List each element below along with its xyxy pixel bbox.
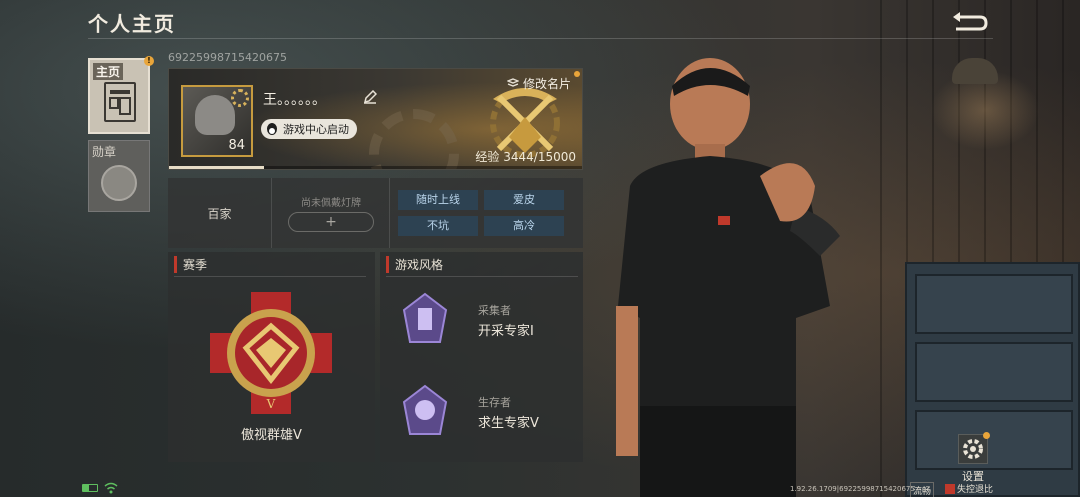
settings-dot <box>983 432 990 439</box>
battery-icon <box>82 484 98 492</box>
player-id: 69225998715420675 <box>168 51 287 64</box>
lost-control-label: 失控退比 <box>957 485 994 495</box>
card-icon <box>507 77 519 87</box>
play-style-label: 生存者 <box>478 396 511 409</box>
tag[interactable]: 不坑 <box>398 216 478 236</box>
tab-medal-label: 勋章 <box>92 145 117 159</box>
wall-lamp <box>952 58 998 84</box>
settings-button[interactable] <box>958 432 990 464</box>
tag[interactable]: 爱皮 <box>484 190 564 210</box>
lost-control-exit-button[interactable]: 失控退比 <box>945 482 993 495</box>
back-button[interactable] <box>950 10 990 32</box>
exp-bar <box>169 166 582 169</box>
launch-badge-text: 游戏中心启动 <box>283 123 349 136</box>
smooth-button[interactable]: 流畅 <box>910 482 935 497</box>
player-level: 84 <box>228 138 245 153</box>
tab-home[interactable]: 主页 ! <box>88 56 154 134</box>
play-style-title: 游戏风格 <box>386 256 443 273</box>
name-card: 84 王。。。。。。 游戏中心启动 修改名片 经验 3444/15000 <box>168 68 583 170</box>
back-arrow-icon <box>953 12 988 31</box>
avatar[interactable]: 84 <box>181 85 253 157</box>
panel-underline <box>386 276 578 277</box>
version-text: 1.92.26.1709|69225998715420675 <box>790 485 915 493</box>
exp-text: 经验 3444/15000 <box>475 150 576 164</box>
season-panel[interactable]: 赛季 V 傲视群雄Ⅴ <box>168 252 375 462</box>
info-row: 百家 尚未佩戴灯牌 + 随时上线 爱皮 不坑 高冷 <box>168 178 583 248</box>
avatar-frame-gear-icon <box>231 89 249 107</box>
player-name: 王。。。。。。 <box>263 92 326 108</box>
modify-card-button[interactable]: 修改名片 <box>507 75 571 92</box>
page-title: 个人主页 <box>88 12 176 36</box>
tab-home-label: 主页 <box>93 63 124 80</box>
play-style-panel: 游戏风格 采集者 开采专家Ⅰ 生存者 求生专家Ⅴ <box>380 252 583 462</box>
game-center-launch-badge: 游戏中心启动 <box>261 119 357 139</box>
pencil-icon[interactable] <box>363 90 377 104</box>
svg-text:V: V <box>266 397 276 411</box>
gear-icon <box>963 439 983 459</box>
modify-card-label: 修改名片 <box>523 77 572 91</box>
exit-icon <box>945 483 955 494</box>
add-lamp-button[interactable]: + <box>288 212 374 232</box>
tag[interactable]: 高冷 <box>484 216 564 236</box>
background-cabinet <box>905 262 1080 497</box>
faction: 百家 <box>168 178 272 248</box>
play-style-item[interactable]: 生存者 求生专家Ⅴ <box>392 384 582 444</box>
header-divider <box>88 38 993 39</box>
cabinet-drawer <box>915 274 1073 334</box>
cabinet-drawer <box>915 410 1073 470</box>
qq-penguin-icon <box>267 123 277 135</box>
medal-icon <box>101 165 137 201</box>
play-style-value: 开采专家Ⅰ <box>478 324 534 339</box>
season-rank-emblem-icon: V <box>210 292 332 414</box>
tab-medal[interactable]: 勋章 <box>88 140 150 212</box>
lamp-slot: 尚未佩戴灯牌 + <box>272 178 390 248</box>
play-style-label: 采集者 <box>478 304 511 317</box>
avatar-image <box>195 95 235 135</box>
exp-bar-fill <box>169 166 264 169</box>
season-rank-name: 傲视群雄Ⅴ <box>241 428 302 443</box>
play-style-value: 求生专家Ⅴ <box>478 416 539 431</box>
gatherer-badge-icon <box>402 292 448 343</box>
wifi-icon <box>104 482 118 494</box>
tab-home-badge: ! <box>144 56 154 66</box>
panel-underline <box>174 276 366 277</box>
player-character[interactable] <box>600 56 880 497</box>
season-title: 赛季 <box>174 256 207 273</box>
modify-card-dot <box>574 71 580 77</box>
tag[interactable]: 随时上线 <box>398 190 478 210</box>
survivor-badge-icon <box>402 384 448 435</box>
home-card-icon <box>104 82 136 122</box>
play-style-item[interactable]: 采集者 开采专家Ⅰ <box>392 292 582 352</box>
cabinet-drawer <box>915 342 1073 402</box>
gear-decoration <box>369 109 459 169</box>
lamp-label: 尚未佩戴灯牌 <box>301 198 361 209</box>
